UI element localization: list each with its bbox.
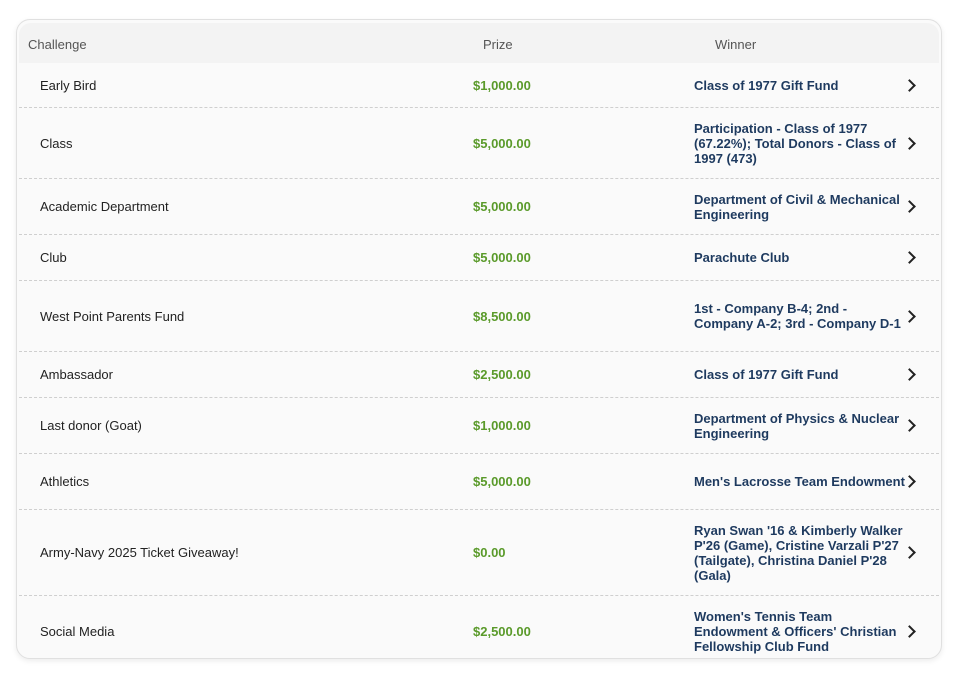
- prize-amount: $2,500.00: [473, 623, 531, 639]
- chevron-right-icon[interactable]: [901, 63, 921, 107]
- winner-name: Women's Tennis Team Endowment & Officers…: [694, 608, 897, 654]
- challenge-name: Ambassador: [40, 367, 113, 382]
- header-prize: Prize: [483, 37, 513, 52]
- table-row[interactable]: Class $5,000.00 Participation - Class of 1…: [19, 108, 939, 179]
- challenge-name: Army-Navy 2025 Ticket Giveaway!: [40, 545, 239, 560]
- table-row[interactable]: Ambassador $2,500.00 Class of 1977 Gift Fu…: [19, 352, 939, 398]
- winner-name: Ryan Swan '16 & Kimberly Walker P'26 (Ga…: [694, 522, 903, 583]
- table-body: Early Bird $1,000.00 Class of 1977 Gift Fu…: [19, 63, 939, 658]
- chevron-right-icon[interactable]: [901, 398, 921, 453]
- prize-amount: $8,500.00: [473, 308, 531, 324]
- table-row[interactable]: Army-Navy 2025 Ticket Giveaway! $0.00 Ryan…: [19, 510, 939, 596]
- challenge-name: Early Bird: [40, 77, 97, 93]
- challenges-table: Challenge Prize Winner Early Bird $1,000.…: [16, 19, 942, 659]
- chevron-right-icon[interactable]: [901, 179, 921, 234]
- table-row[interactable]: Last donor (Goat) $1,000.00 Department of …: [19, 398, 939, 454]
- table-row[interactable]: Academic Department $5,000.00 Department o…: [19, 179, 939, 235]
- challenge-name: Academic Department: [40, 199, 169, 214]
- table-row[interactable]: Club $5,000.00 Parachute Club: [19, 235, 939, 281]
- winner-name: 1st - Company B-4; 2nd - Company A-2; 3r…: [694, 301, 901, 331]
- chevron-right-icon[interactable]: [901, 596, 921, 658]
- challenge-name: Athletics: [40, 474, 90, 489]
- winner-name: Parachute Club: [694, 250, 790, 265]
- chevron-right-icon[interactable]: [901, 108, 921, 178]
- chevron-right-icon[interactable]: [901, 510, 921, 595]
- header-winner: Winner: [715, 37, 757, 52]
- winner-name: Participation - Class of 1977 (67.22%); …: [694, 120, 897, 166]
- winner-name: Class of 1977 Gift Fund: [694, 77, 839, 93]
- winner-name: Class of 1977 Gift Fund: [694, 367, 839, 382]
- table-row[interactable]: Early Bird $1,000.00 Class of 1977 Gift Fu…: [19, 63, 939, 108]
- prize-amount: $5,000.00: [473, 199, 531, 214]
- chevron-right-icon[interactable]: [901, 235, 921, 280]
- challenge-name: Social Media: [40, 623, 115, 639]
- winner-name: Men's Lacrosse Team Endowment: [694, 474, 905, 489]
- challenge-name: Class: [40, 135, 73, 151]
- chevron-right-icon[interactable]: [901, 454, 921, 509]
- winner-name: Department of Physics & Nuclear Engineer…: [694, 410, 900, 441]
- winner-name: Department of Civil & Mechanical Enginee…: [694, 191, 900, 222]
- challenge-name: Club: [40, 250, 67, 265]
- prize-amount: $1,000.00: [473, 77, 531, 93]
- prize-amount: $5,000.00: [473, 135, 531, 151]
- prize-amount: $1,000.00: [473, 418, 531, 433]
- prize-amount: $2,500.00: [473, 367, 531, 382]
- table-row[interactable]: Social Media $2,500.00 Women's Tennis Team…: [19, 596, 939, 658]
- challenge-name: West Point Parents Fund: [40, 308, 185, 324]
- chevron-right-icon[interactable]: [901, 352, 921, 397]
- table-row[interactable]: West Point Parents Fund $8,500.00 1st - Co…: [19, 281, 939, 352]
- prize-amount: $5,000.00: [473, 474, 531, 489]
- prize-amount: $0.00: [473, 545, 506, 560]
- chevron-right-icon[interactable]: [901, 281, 921, 351]
- header-challenge: Challenge: [28, 37, 87, 52]
- table-row[interactable]: Athletics $5,000.00 Men's Lacrosse Team En…: [19, 454, 939, 510]
- challenge-name: Last donor (Goat): [40, 418, 142, 433]
- prize-amount: $5,000.00: [473, 250, 531, 265]
- table-header: Challenge Prize Winner: [19, 23, 939, 63]
